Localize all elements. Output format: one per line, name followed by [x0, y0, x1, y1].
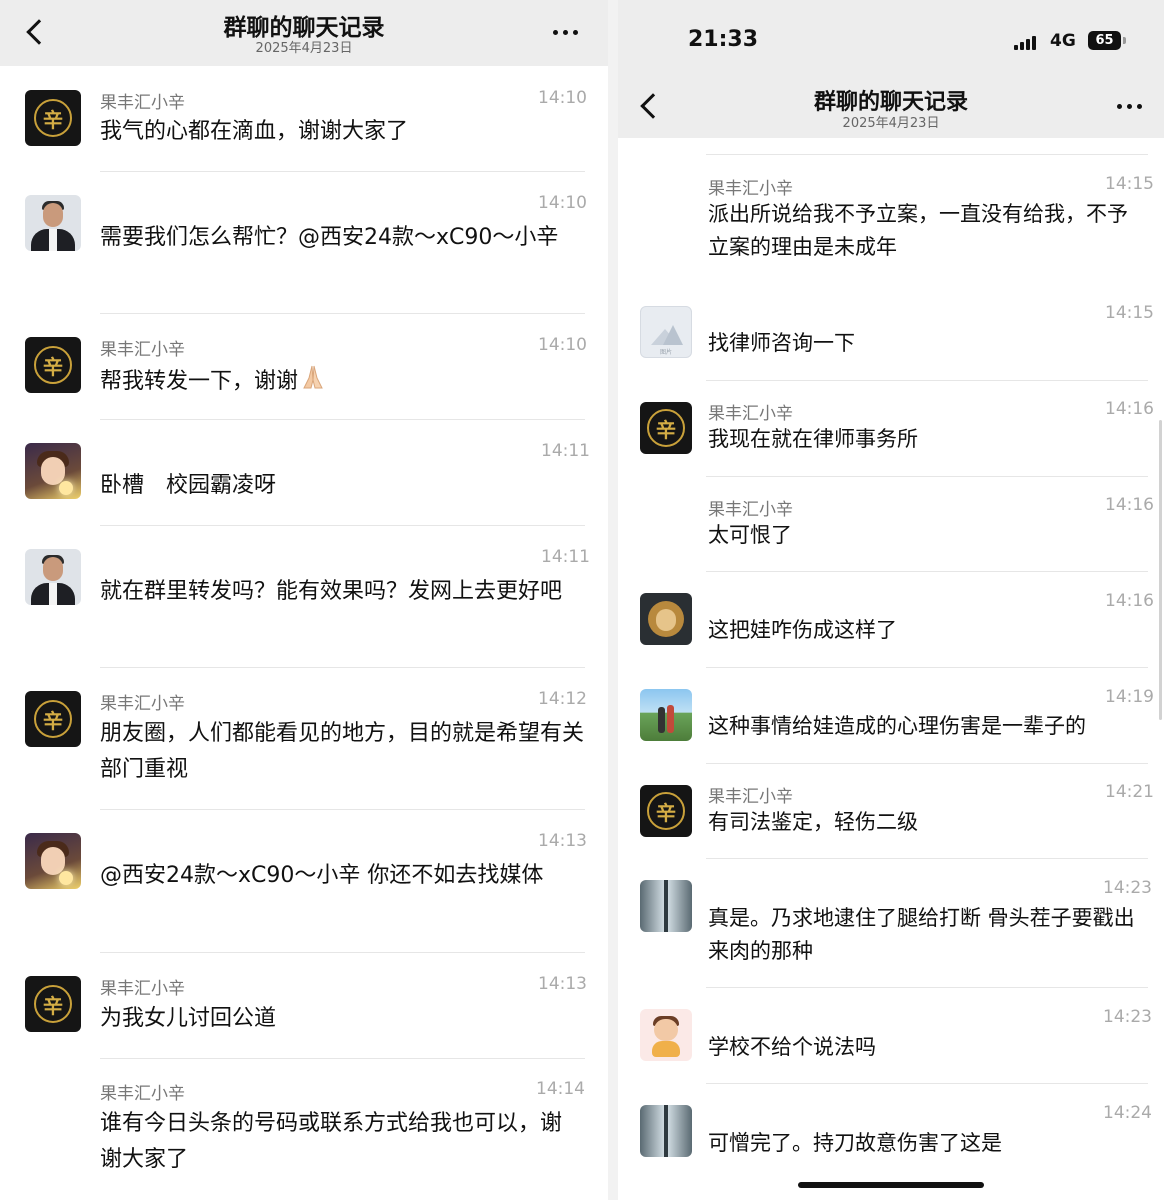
message-time: 14:13: [538, 831, 587, 851]
separator: [100, 1058, 585, 1059]
message-time: 14:23: [1103, 878, 1152, 898]
separator: [706, 476, 1148, 477]
avatar[interactable]: 辛: [640, 402, 692, 454]
message-time: 14:14: [536, 1079, 585, 1099]
network-type: 4G: [1050, 31, 1076, 51]
message-text: 朋友圈，人们都能看见的地方，目的就是希望有关部门重视: [100, 721, 585, 782]
message-text: 为我女儿讨回公道: [100, 1006, 277, 1031]
message-text: 真是。乃求地逮住了腿给打断 骨头茬子要戳出来肉的那种: [708, 906, 1135, 963]
sender-name: 果丰汇小辛: [100, 1084, 185, 1104]
message-time: 14:16: [1105, 495, 1154, 515]
message-text: 卧槽 校园霸凌呀: [100, 473, 277, 498]
separator: [100, 952, 585, 953]
message-text: 帮我转发一下，谢谢: [100, 362, 585, 400]
avatar[interactable]: 辛: [25, 337, 81, 393]
message-text: 谁有今日头条的号码或联系方式给我也可以，谢谢大家了: [100, 1111, 563, 1172]
message-text: 我气的心都在滴血，谢谢大家了: [100, 119, 409, 144]
avatar[interactable]: [25, 549, 81, 605]
avatar[interactable]: [25, 443, 81, 499]
message-time: 14:13: [538, 974, 587, 994]
message-time: 14:12: [538, 689, 587, 709]
message-text: 这把娃咋伤成这样了: [708, 618, 897, 642]
separator: [100, 525, 585, 526]
avatar[interactable]: [640, 1105, 692, 1157]
separator: [100, 171, 585, 172]
scrollbar[interactable]: [1159, 420, 1162, 720]
separator: [100, 313, 585, 314]
message-time: 14:10: [538, 193, 587, 213]
status-time: 21:33: [688, 27, 759, 52]
nav-bar: 群聊的聊天记录 2025年4月23日: [618, 72, 1164, 138]
message-time: 14:16: [1105, 591, 1154, 611]
home-indicator[interactable]: [798, 1182, 984, 1188]
avatar[interactable]: 辛: [640, 785, 692, 837]
separator: [706, 571, 1148, 572]
battery-icon: 65: [1088, 31, 1121, 50]
avatar[interactable]: [640, 880, 692, 932]
message-time: 14:15: [1105, 174, 1154, 194]
avatar[interactable]: 辛: [25, 691, 81, 747]
nav-bar: 群聊的聊天记录 2025年4月23日: [0, 0, 608, 66]
message-text: 我现在就在律师事务所: [708, 427, 918, 451]
avatar[interactable]: 辛: [25, 976, 81, 1032]
message-time: 14:23: [1103, 1007, 1152, 1027]
message-time: 14:21: [1105, 782, 1154, 802]
page-date: 2025年4月23日: [842, 116, 940, 131]
message-time: 14:19: [1105, 687, 1154, 707]
praying-hands-emoji: [303, 365, 323, 389]
sender-name: 果丰汇小辛: [708, 500, 793, 520]
avatar[interactable]: [640, 1009, 692, 1061]
avatar[interactable]: [25, 833, 81, 889]
avatar[interactable]: [640, 593, 692, 645]
separator: [706, 380, 1148, 381]
message-time: 14:24: [1103, 1103, 1152, 1123]
sender-name: 果丰汇小辛: [100, 93, 185, 113]
message-time: 14:11: [541, 547, 590, 567]
panel-divider: [608, 0, 618, 1200]
battery-tip: [1123, 37, 1126, 44]
message-text: 可憎完了。持刀故意伤害了这是: [708, 1131, 1002, 1155]
message-text: 需要我们怎么帮忙？@西安24款～xC90～小辛: [100, 225, 559, 250]
message-text: 找律师咨询一下: [708, 331, 855, 355]
separator: [100, 809, 585, 810]
message-text: 派出所说给我不予立案，一直没有给我，不予立案的理由是未成年: [708, 202, 1128, 259]
message-text: 有司法鉴定，轻伤二级: [708, 810, 918, 834]
more-dots-icon[interactable]: [1117, 104, 1142, 109]
message-text: 太可恨了: [708, 523, 792, 547]
message-text: 就在群里转发吗？能有效果吗？发网上去更好吧: [100, 579, 563, 604]
separator: [706, 858, 1148, 859]
separator: [706, 763, 1148, 764]
message-text: 这种事情给娃造成的心理伤害是一辈子的: [708, 714, 1086, 738]
sender-name: 果丰汇小辛: [100, 340, 185, 360]
left-screenshot: 群聊的聊天记录 2025年4月23日 辛 果丰汇小辛 14:10 我气的心都在滴…: [0, 0, 608, 1200]
more-dots-icon[interactable]: [553, 30, 578, 35]
separator: [706, 987, 1148, 988]
separator: [706, 154, 1148, 155]
separator: [706, 667, 1148, 668]
page-date: 2025年4月23日: [255, 41, 353, 56]
message-text: 学校不给个说法吗: [708, 1035, 876, 1059]
avatar[interactable]: [25, 195, 81, 251]
separator: [706, 1083, 1148, 1084]
message-text-content: 帮我转发一下，谢谢: [100, 369, 299, 394]
sender-name: 果丰汇小辛: [100, 694, 185, 714]
sender-name: 果丰汇小辛: [708, 179, 793, 199]
separator: [100, 419, 585, 420]
signal-icon: [1014, 36, 1036, 50]
message-time: 14:10: [538, 88, 587, 108]
avatar[interactable]: 辛: [25, 90, 81, 146]
avatar[interactable]: 图片: [640, 306, 692, 358]
message-time: 14:11: [541, 441, 590, 461]
sender-name: 果丰汇小辛: [100, 979, 185, 999]
status-bar: 21:33 4G 65: [618, 0, 1164, 72]
message-time: 14:15: [1105, 303, 1154, 323]
avatar[interactable]: [640, 689, 692, 741]
message-time: 14:16: [1105, 399, 1154, 419]
sender-name: 果丰汇小辛: [708, 404, 793, 424]
message-text: @西安24款～xC90～小辛 你还不如去找媒体: [100, 863, 544, 888]
separator: [100, 667, 585, 668]
message-time: 14:10: [538, 335, 587, 355]
sender-name: 果丰汇小辛: [708, 787, 793, 807]
right-screenshot: 21:33 4G 65 群聊的聊天记录 2025年4月23日 果丰汇小辛 14:…: [618, 0, 1164, 1200]
